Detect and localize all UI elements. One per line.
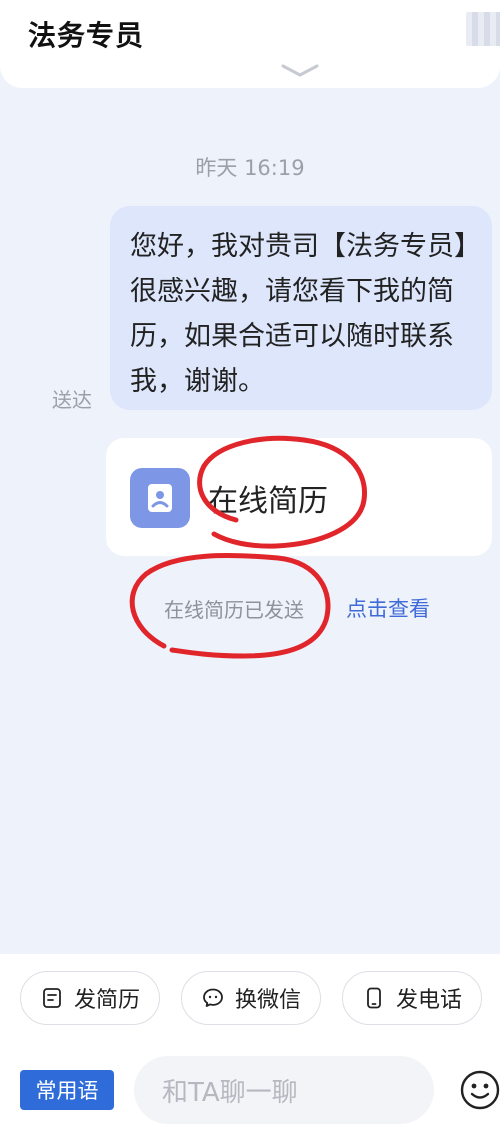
sent-message-bubble[interactable]: 您好，我对贵司【法务专员】很感兴趣，请您看下我的简历，如果合适可以随时联系我，谢… (110, 206, 492, 410)
chat-header: 法务专员 (0, 0, 500, 88)
emoji-icon[interactable] (460, 1070, 500, 1110)
page-title: 法务专员 (28, 19, 145, 52)
phone-icon (367, 987, 381, 1009)
chevron-down-icon[interactable] (280, 62, 320, 80)
wechat-icon (203, 988, 223, 1007)
header-right-control[interactable] (466, 12, 500, 46)
message-input[interactable]: 和TA聊一聊 (134, 1056, 434, 1124)
resume-sent-note: 在线简历已发送 (164, 598, 304, 622)
send-resume-label: 发简历 (73, 988, 140, 1013)
message-timestamp: 昨天 16:19 (195, 156, 305, 180)
send-resume-button[interactable]: 发简历 (20, 971, 160, 1025)
resume-card-icon (130, 468, 190, 528)
delivery-status: 送达 (52, 388, 92, 412)
send-phone-button[interactable]: 发电话 (342, 971, 482, 1025)
exchange-wechat-button[interactable]: 换微信 (181, 971, 321, 1025)
resume-icon (43, 988, 61, 1008)
view-resume-link[interactable]: 点击查看 (346, 593, 430, 623)
send-phone-label: 发电话 (395, 988, 462, 1013)
exchange-wechat-label: 换微信 (234, 988, 301, 1013)
resume-card[interactable]: 在线简历 (106, 438, 492, 556)
quick-reply-button[interactable]: 常用语 (20, 1070, 114, 1110)
resume-card-label: 在线简历 (208, 484, 328, 519)
action-bar: 发简历 换微信 发电话 常用语 和TA聊一聊 (0, 954, 500, 1140)
